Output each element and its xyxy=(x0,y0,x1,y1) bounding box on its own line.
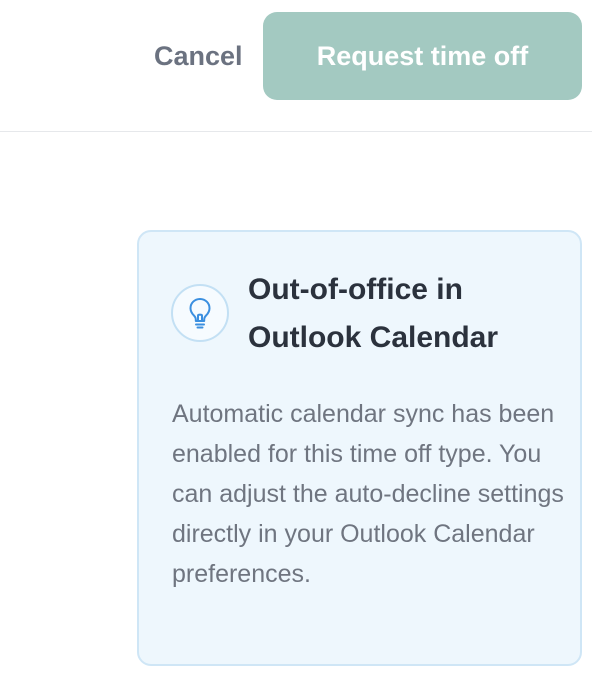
request-time-off-button[interactable]: Request time off xyxy=(263,12,582,100)
card-description: Automatic calendar sync has been enabled… xyxy=(172,400,564,588)
lightbulb-icon xyxy=(171,284,229,342)
form-header: Cancel Request time off xyxy=(0,0,592,132)
outlook-sync-info-card: Out-of-office in Outlook Calendar Automa… xyxy=(137,230,582,666)
card-title: Out-of-office in Outlook Calendar xyxy=(248,273,499,354)
cancel-button[interactable]: Cancel xyxy=(150,34,247,78)
